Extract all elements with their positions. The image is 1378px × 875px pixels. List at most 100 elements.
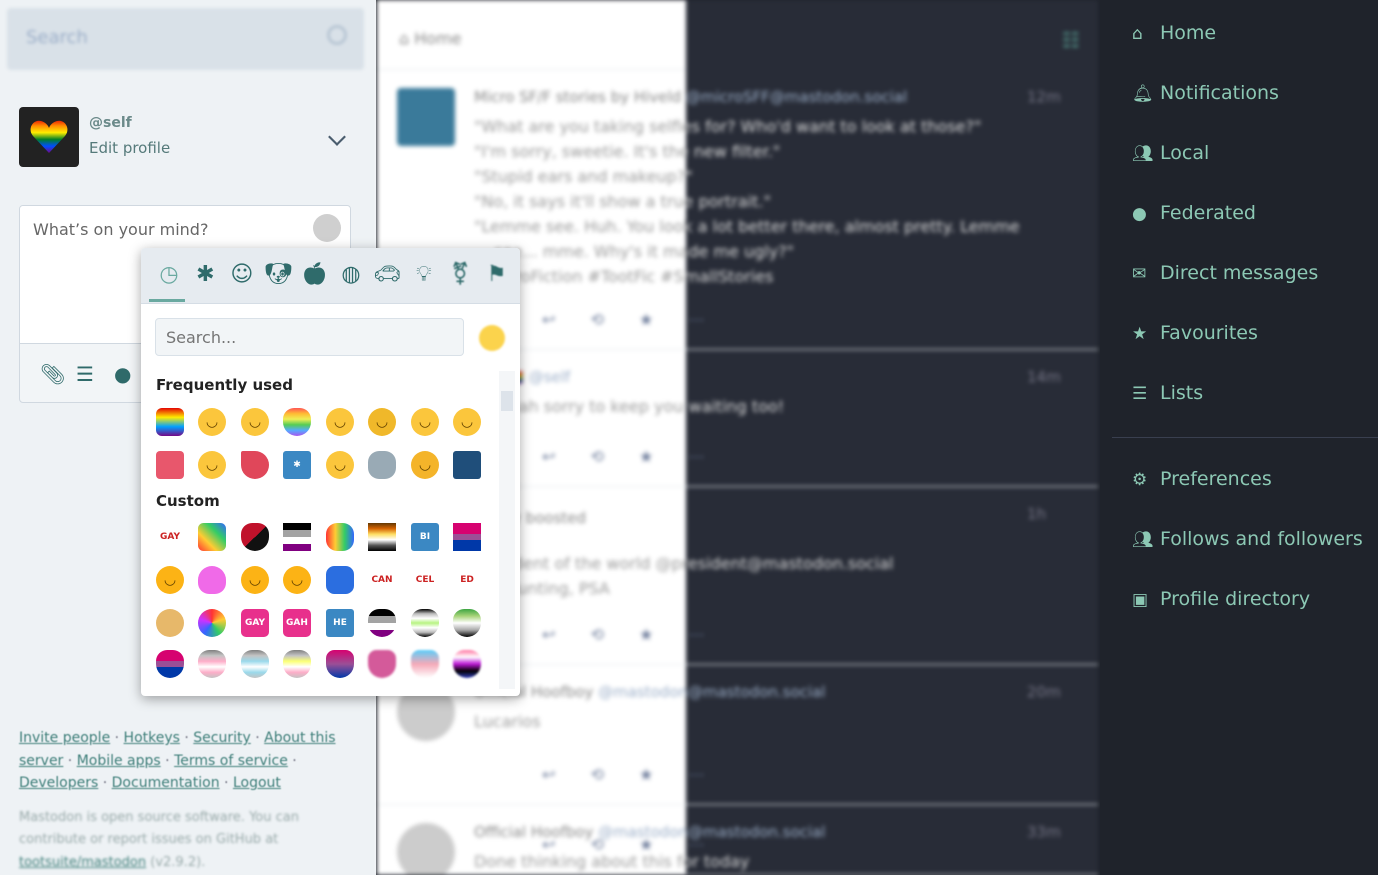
footer-link[interactable]: Developers xyxy=(19,775,98,791)
emoji-blob-heart-eyes[interactable]: ◡ xyxy=(156,566,184,594)
emoji-aro-heart[interactable] xyxy=(453,609,481,637)
more-icon[interactable]: ⋯ xyxy=(688,625,704,644)
emoji-slight-smile[interactable]: ◡ xyxy=(453,408,481,436)
emoji-joy[interactable]: ◡ xyxy=(326,451,354,479)
emoji-bi-heart[interactable] xyxy=(156,650,184,678)
nav-item-home[interactable]: ⌂ Home xyxy=(1132,22,1216,44)
emoji-demigender-heart[interactable] xyxy=(283,650,311,678)
emoji-bear-flag[interactable] xyxy=(368,523,396,551)
emoji-elephant[interactable] xyxy=(368,451,396,479)
reply-icon[interactable]: ↩ xyxy=(542,625,591,644)
emoji-blush[interactable]: ◡ xyxy=(241,408,269,436)
emoji-ace-flag[interactable] xyxy=(283,523,311,551)
column-settings-icon[interactable]: ☷ xyxy=(1062,28,1080,52)
reply-icon[interactable]: ↩ xyxy=(542,835,591,854)
chevron-down-icon[interactable] xyxy=(328,128,346,146)
more-icon[interactable]: ⋯ xyxy=(688,447,704,466)
boost-icon[interactable]: ⟲ xyxy=(591,765,640,784)
emoji-rofl[interactable]: ◡ xyxy=(368,408,396,436)
nav-item-preferences[interactable]: ⚙ Preferences xyxy=(1132,468,1272,490)
globe-icon[interactable]: ● xyxy=(114,362,131,386)
tab-smiley-icon[interactable]: ☺ xyxy=(228,261,256,289)
emoji-rainbow-heart[interactable] xyxy=(283,408,311,436)
emoji-doge[interactable] xyxy=(156,609,184,637)
nav-item-notifications[interactable]: 🔔︎ Notifications xyxy=(1132,82,1279,104)
avatar[interactable] xyxy=(19,107,79,167)
emoji-white-heart-square[interactable] xyxy=(156,451,184,479)
emoji-pink-cat[interactable] xyxy=(368,650,396,678)
emoji-genderfluid-heart[interactable] xyxy=(453,650,481,678)
status-time[interactable]: 12m xyxy=(1027,88,1061,106)
star-icon[interactable]: ★ xyxy=(639,765,688,784)
nav-item-favourites[interactable]: ★ Favourites xyxy=(1132,322,1258,344)
emoji-gay-text[interactable]: GAY xyxy=(156,523,184,551)
footer-link[interactable]: Logout xyxy=(233,775,281,791)
emoji-cancelled-3[interactable]: ED xyxy=(453,566,481,594)
nav-item-lists[interactable]: ☰ Lists xyxy=(1132,382,1203,404)
tab-clock-icon[interactable]: ◷ xyxy=(155,261,183,289)
star-icon[interactable]: ★ xyxy=(639,310,688,329)
search-input[interactable]: Search xyxy=(7,8,364,70)
emoji-button[interactable] xyxy=(313,214,341,242)
more-icon[interactable]: ⋯ xyxy=(688,765,704,784)
tab-lightbulb-icon[interactable]: 💡︎ xyxy=(410,261,438,289)
emoji-gay-as-hell[interactable]: GAH xyxy=(283,609,311,637)
emoji-bi-cat[interactable] xyxy=(326,650,354,678)
emoji-blob-pink[interactable] xyxy=(198,566,226,594)
emoji-thinking[interactable]: ◡ xyxy=(411,451,439,479)
nav-item-profile-directory[interactable]: ▣ Profile directory xyxy=(1132,588,1310,610)
footer-link[interactable]: Invite people xyxy=(19,730,110,746)
emoji-butterfly[interactable] xyxy=(326,566,354,594)
tab-car-icon[interactable]: 🚗︎ xyxy=(373,261,401,289)
tab-apple-icon[interactable]: 🍎︎ xyxy=(301,261,329,289)
tab-flag-icon[interactable]: ⚑ xyxy=(483,261,511,289)
skin-tone-button[interactable] xyxy=(479,325,505,351)
tab-dog-icon[interactable]: 🐶︎ xyxy=(264,261,292,289)
footer-link[interactable]: Documentation xyxy=(112,775,220,791)
emoji-cancelled-2[interactable]: CEL xyxy=(411,566,439,594)
tab-symbols-icon[interactable]: ⚧ xyxy=(446,261,474,289)
status[interactable]: Official Hoofboy @mastodon@mastodon.soci… xyxy=(377,805,1098,875)
emoji-scrollbar[interactable] xyxy=(499,371,515,689)
emoji-fediverse[interactable] xyxy=(198,609,226,637)
emoji-he-him[interactable]: HE xyxy=(326,609,354,637)
emoji-search-input[interactable] xyxy=(155,318,464,356)
emoji-agender-heart[interactable] xyxy=(411,609,439,637)
reply-icon[interactable]: ↩ xyxy=(542,310,591,329)
boost-icon[interactable]: ⟲ xyxy=(591,625,640,644)
tab-basketball-icon[interactable]: ◍ xyxy=(337,261,365,289)
status-time[interactable]: 1h xyxy=(1027,505,1046,523)
emoji-gay-badge[interactable]: GAY xyxy=(241,609,269,637)
reply-icon[interactable]: ↩ xyxy=(542,765,591,784)
status-time[interactable]: 14m xyxy=(1027,368,1061,386)
emoji-bi-flag[interactable] xyxy=(453,523,481,551)
emoji-mastodon[interactable] xyxy=(156,408,184,436)
boost-icon[interactable]: ⟲ xyxy=(591,447,640,466)
star-icon[interactable]: ★ xyxy=(639,447,688,466)
nav-item-direct-messages[interactable]: ✉ Direct messages xyxy=(1132,262,1318,284)
boost-icon[interactable]: ⟲ xyxy=(591,835,640,854)
emoji-sweat-smile[interactable]: ◡ xyxy=(326,408,354,436)
boost-icon[interactable]: ⟲ xyxy=(591,310,640,329)
emoji-bi-square[interactable]: BI xyxy=(411,523,439,551)
emoji-asterisk-square[interactable]: ✱ xyxy=(283,451,311,479)
status-author[interactable]: Official Hoofboy @mastodon@mastodon.soci… xyxy=(474,683,825,701)
emoji-sparkler[interactable] xyxy=(453,451,481,479)
emoji-demiboy-heart[interactable] xyxy=(241,650,269,678)
emoji-blob-think[interactable]: ◡ xyxy=(283,566,311,594)
emoji-trans-cat[interactable] xyxy=(411,650,439,678)
repo-link[interactable]: tootsuite/mastodon xyxy=(19,855,146,870)
emoji-tada[interactable] xyxy=(241,451,269,479)
more-icon[interactable]: ⋯ xyxy=(688,835,704,854)
tab-asterisk-icon[interactable]: ✱ xyxy=(191,261,219,289)
emoji-demigirl-heart[interactable] xyxy=(198,650,226,678)
emoji-grin[interactable]: ◡ xyxy=(198,451,226,479)
paperclip-icon[interactable]: 📎︎ xyxy=(40,362,65,386)
emoji-wink[interactable]: ◡ xyxy=(198,408,226,436)
emoji-cancelled-1[interactable]: CAN xyxy=(368,566,396,594)
emoji-stuck-out-tongue-winking[interactable]: ◡ xyxy=(411,408,439,436)
more-icon[interactable]: ⋯ xyxy=(688,310,704,329)
status-author[interactable]: Micro SF/F stories by Hiveld @microSFF@m… xyxy=(474,88,907,106)
nav-item-federated[interactable]: ● Federated xyxy=(1132,202,1256,224)
emoji-black-red-heart[interactable] xyxy=(241,523,269,551)
